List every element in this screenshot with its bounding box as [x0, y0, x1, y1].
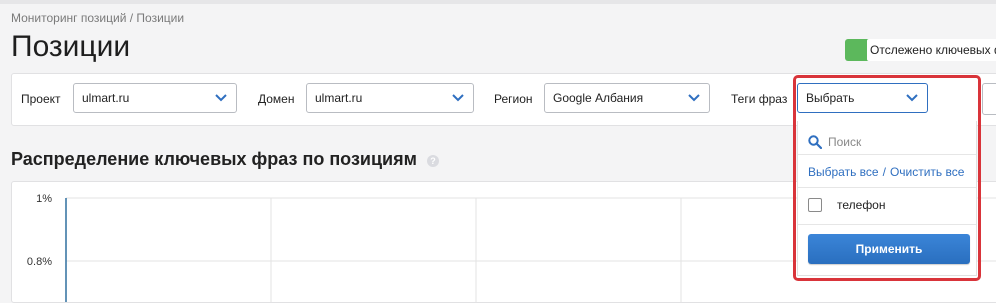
tracked-keywords-badge: Отслежено ключевых фр [845, 39, 996, 61]
region-value: Google Албания [553, 91, 644, 105]
chevron-down-icon [452, 94, 464, 102]
apply-button[interactable]: Применить [808, 234, 970, 264]
link-separator: / [882, 165, 886, 179]
tags-label: Теги фраз [731, 92, 788, 106]
y-tick-label: 0.8% [27, 256, 52, 268]
tag-option[interactable]: телефон [808, 198, 886, 212]
tag-option-label: телефон [837, 198, 886, 212]
divider [798, 154, 976, 155]
chevron-down-icon [906, 94, 918, 102]
divider [798, 224, 976, 225]
search-icon [808, 135, 822, 149]
y-tick-label: 1% [36, 193, 52, 205]
extra-select[interactable] [982, 83, 996, 115]
help-icon[interactable]: ? [427, 155, 439, 167]
page-title: Позиции [11, 30, 131, 63]
tracked-label: Отслежено ключевых фр [867, 39, 996, 61]
project-select[interactable]: ulmart.ru [73, 83, 237, 113]
divider [798, 187, 976, 188]
tags-value: Выбрать [806, 91, 855, 105]
domain-label: Домен [258, 92, 295, 106]
project-value: ulmart.ru [82, 91, 130, 105]
tags-dropdown-panel: Поиск Выбрать все / Очистить все телефон П… [797, 121, 977, 276]
chevron-down-icon [215, 94, 227, 102]
region-select[interactable]: Google Албания [544, 83, 710, 113]
select-all-link[interactable]: Выбрать все [808, 165, 879, 179]
chevron-down-icon [688, 94, 700, 102]
clear-all-link[interactable]: Очистить все [890, 165, 964, 179]
domain-value: ulmart.ru [315, 91, 363, 105]
top-strip [0, 0, 996, 4]
tag-search[interactable]: Поиск [808, 131, 968, 153]
section-title: Распределение ключевых фраз по позициям [11, 149, 417, 169]
bulk-actions: Выбрать все / Очистить все [808, 165, 964, 179]
search-placeholder[interactable]: Поиск [828, 135, 861, 149]
tag-checkbox[interactable] [808, 198, 822, 212]
breadcrumb[interactable]: Мониторинг позиций / Позиции [11, 11, 184, 25]
project-label: Проект [21, 92, 61, 106]
region-label: Регион [494, 92, 533, 106]
tags-select[interactable]: Выбрать [797, 83, 928, 113]
domain-select[interactable]: ulmart.ru [306, 83, 474, 113]
